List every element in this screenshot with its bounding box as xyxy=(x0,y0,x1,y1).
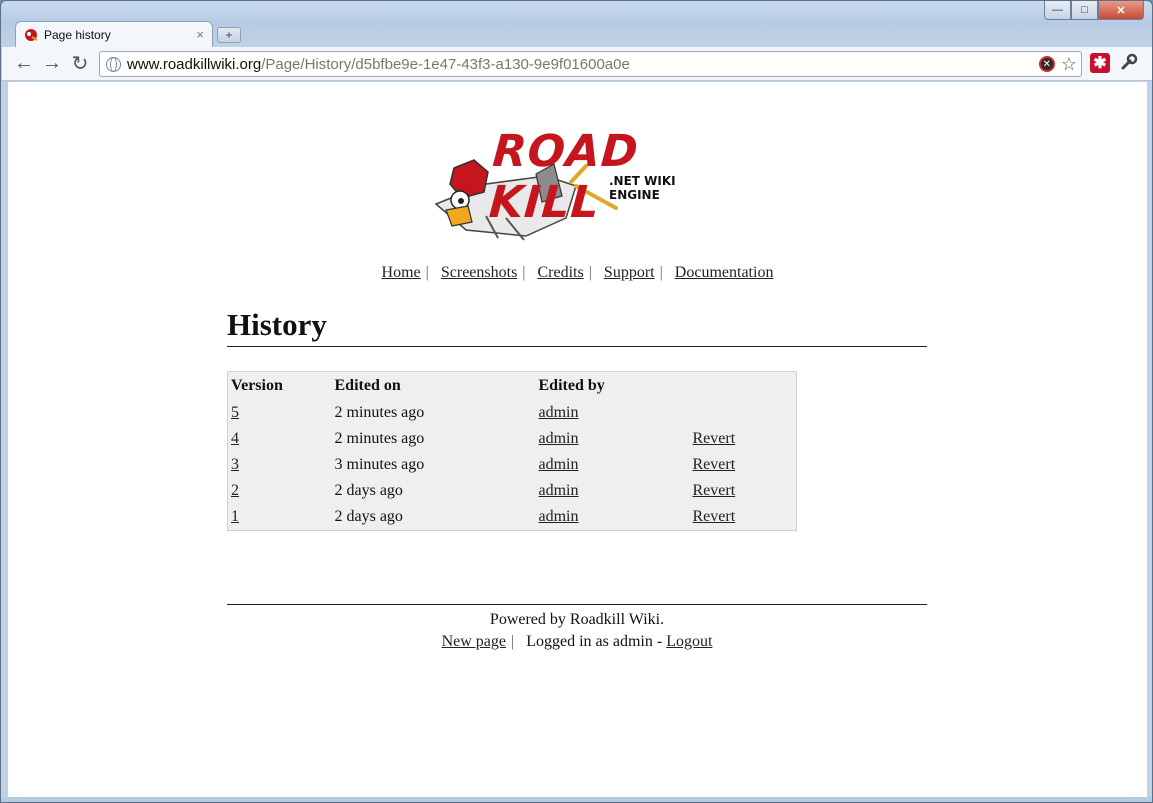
window-controls: — □ ✕ xyxy=(1044,1,1144,20)
version-link[interactable]: 1 xyxy=(231,508,239,525)
edited-by-link[interactable]: admin xyxy=(539,456,579,473)
logged-in-text: Logged in as admin - xyxy=(526,633,663,650)
new-page-link[interactable]: New page xyxy=(442,633,506,650)
header-edited-by: Edited by xyxy=(538,377,605,394)
globe-icon xyxy=(106,56,121,72)
logo-subtitle: .NET WIKI ENGINE xyxy=(609,174,676,202)
roadkill-logo[interactable]: ROAD KILL .NET WIKI ENGINE xyxy=(426,126,726,242)
edited-on-cell: 2 days ago xyxy=(334,482,403,499)
nav-separator: | xyxy=(588,264,592,281)
nav-separator: | xyxy=(522,264,526,281)
reload-icon[interactable]: ↻ xyxy=(66,50,94,78)
table-row: 4 2 minutes ago admin Revert xyxy=(228,426,797,452)
blocked-popup-icon[interactable]: ✕ xyxy=(1038,56,1055,72)
table-row: 3 3 minutes ago admin Revert xyxy=(228,452,797,478)
edited-on-cell: 2 minutes ago xyxy=(334,430,425,447)
logout-link[interactable]: Logout xyxy=(666,633,712,650)
tab-title: Page history xyxy=(44,27,111,42)
url-host: www.roadkillwiki.org xyxy=(127,55,262,73)
page-viewport: ROAD KILL .NET WIKI ENGINE Home | Screens… xyxy=(8,82,1147,797)
nav-separator: | xyxy=(425,264,429,281)
version-link[interactable]: 4 xyxy=(231,430,239,447)
url-path: /Page/History/d5bfbe9e-1e47-43f3-a130-9e… xyxy=(261,55,630,73)
edited-by-link[interactable]: admin xyxy=(539,508,579,525)
header-action xyxy=(690,372,797,401)
content-area: History xyxy=(227,307,927,347)
history-table: Version Edited on Edited by 5 2 minutes … xyxy=(227,371,797,531)
nav-screenshots[interactable]: Screenshots xyxy=(441,264,517,281)
roadkill-favicon-icon xyxy=(25,28,38,41)
table-row: 2 2 days ago admin Revert xyxy=(228,478,797,504)
revert-link[interactable]: Revert xyxy=(693,482,736,499)
tab-strip: Page history × + xyxy=(15,21,241,47)
header-edited-on: Edited on xyxy=(334,377,401,394)
table-header-row: Version Edited on Edited by xyxy=(228,372,797,401)
edited-by-link[interactable]: admin xyxy=(539,404,579,421)
version-link[interactable]: 3 xyxy=(231,456,239,473)
browser-toolbar: ← → ↻ www.roadkillwiki.org/Page/History/… xyxy=(2,47,1152,81)
edited-by-link[interactable]: admin xyxy=(539,430,579,447)
tab-close-icon[interactable]: × xyxy=(196,27,204,42)
footer-separator: | xyxy=(511,633,515,650)
powered-by-text: Powered by Roadkill Wiki. xyxy=(489,611,665,628)
header-version: Version xyxy=(231,377,283,394)
bookmark-star-icon[interactable]: ☆ xyxy=(1061,55,1077,73)
wrench-menu-icon[interactable] xyxy=(1120,53,1138,76)
close-window-button[interactable]: ✕ xyxy=(1098,1,1144,20)
version-link[interactable]: 2 xyxy=(231,482,239,499)
minimize-button[interactable]: — xyxy=(1044,1,1071,20)
edited-on-cell: 2 days ago xyxy=(334,507,403,525)
back-icon[interactable]: ← xyxy=(10,50,38,78)
nav-support[interactable]: Support xyxy=(604,264,655,281)
revert-link[interactable]: Revert xyxy=(693,456,736,473)
revert-link[interactable]: Revert xyxy=(693,430,736,447)
nav-documentation[interactable]: Documentation xyxy=(675,264,774,281)
edited-by-link[interactable]: admin xyxy=(539,482,579,499)
new-tab-button[interactable]: + xyxy=(217,27,241,43)
nav-separator: | xyxy=(659,264,663,281)
footer-links: New page | Logged in as admin - Logout xyxy=(227,631,927,653)
window-bottom-edge xyxy=(1,797,1152,802)
browser-window: — □ ✕ Page history × + ← → ↻ www.roadkil… xyxy=(0,0,1153,803)
extension-icon[interactable]: ✱ xyxy=(1090,53,1110,73)
address-bar[interactable]: www.roadkillwiki.org/Page/History/d5bfbe… xyxy=(99,51,1082,77)
edited-on-cell: 3 minutes ago xyxy=(334,456,425,473)
revert-link[interactable]: Revert xyxy=(693,508,736,525)
main-nav: Home | Screenshots | Credits | Support | Doc… xyxy=(8,264,1147,282)
nav-credits[interactable]: Credits xyxy=(538,264,584,281)
tab-page-history[interactable]: Page history × xyxy=(15,21,213,47)
nav-home[interactable]: Home xyxy=(382,264,421,281)
footer: Powered by Roadkill Wiki. New page | Logg… xyxy=(227,604,927,653)
maximize-button[interactable]: □ xyxy=(1071,1,1098,20)
page-title: History xyxy=(227,307,927,347)
table-row: 5 2 minutes ago admin xyxy=(228,400,797,426)
forward-icon[interactable]: → xyxy=(38,50,66,78)
version-link[interactable]: 5 xyxy=(231,404,239,421)
table-row: 1 2 days ago admin Revert xyxy=(228,504,797,530)
edited-on-cell: 2 minutes ago xyxy=(334,404,425,421)
